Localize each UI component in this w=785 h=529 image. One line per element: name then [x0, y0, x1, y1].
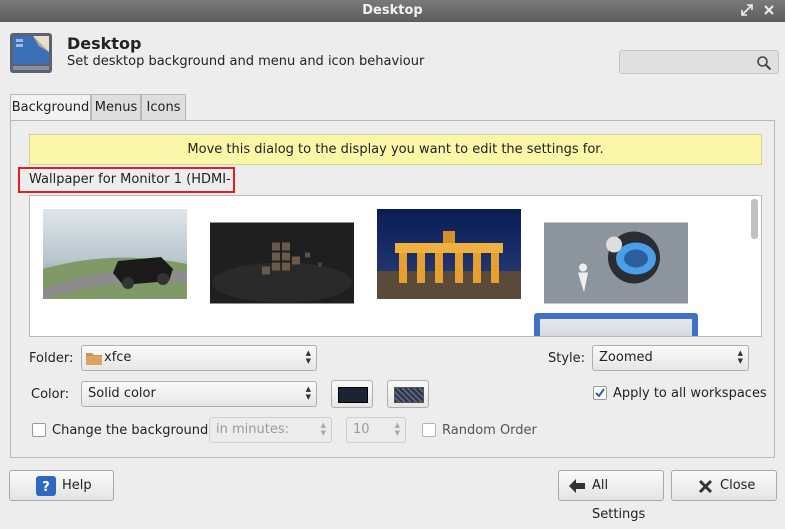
- color-label: Color:: [31, 387, 70, 402]
- color-style-value: Solid color: [88, 386, 156, 401]
- dialog-subtitle: Set desktop background and menu and icon…: [67, 54, 425, 69]
- all-settings-label: All Settings: [592, 478, 646, 522]
- tab-menus-label: Menus: [94, 100, 138, 115]
- dialog-title: Desktop: [67, 34, 142, 53]
- wallpaper-gallery[interactable]: [29, 195, 762, 337]
- close-button[interactable]: Close: [671, 470, 777, 501]
- maximize-icon[interactable]: [738, 2, 756, 20]
- wallpaper-thumbnail[interactable]: [210, 218, 354, 308]
- help-icon: ?: [36, 476, 56, 496]
- style-value: Zoomed: [599, 350, 653, 365]
- folder-value: xfce: [104, 350, 132, 365]
- svg-text:?: ?: [42, 480, 50, 495]
- random-order-label[interactable]: Random Order: [442, 423, 537, 438]
- apply-all-workspaces-label[interactable]: Apply to all workspaces: [613, 386, 767, 401]
- back-arrow-icon: [569, 479, 585, 493]
- tab-menus[interactable]: Menus: [91, 94, 141, 120]
- wallpaper-thumbnail[interactable]: [377, 209, 521, 299]
- wallpaper-thumbnail[interactable]: [43, 322, 187, 337]
- dialog-header: Desktop Set desktop background and menu …: [0, 22, 785, 82]
- secondary-color-swatch: [394, 387, 424, 403]
- monitor-label: Wallpaper for Monitor 1 (HDMI-0): [18, 167, 235, 209]
- primary-color-swatch: [338, 387, 368, 403]
- tab-icons[interactable]: Icons: [141, 94, 186, 120]
- combo-arrows-icon: ▲ ▼: [305, 385, 311, 401]
- desktop-settings-icon: [9, 32, 53, 74]
- folder-icon: [86, 353, 102, 365]
- change-background-label[interactable]: Change the background: [52, 423, 208, 438]
- tab-icons-label: Icons: [146, 100, 181, 115]
- random-order-checkbox[interactable]: [422, 423, 436, 437]
- combo-arrows-icon: ▲ ▼: [305, 349, 311, 365]
- interval-spinner[interactable]: 10 ▲ ▼: [346, 417, 406, 443]
- wallpaper-thumbnail[interactable]: [544, 218, 688, 308]
- wallpaper-thumbnail[interactable]: [377, 322, 521, 337]
- close-window-icon[interactable]: [760, 2, 778, 20]
- title-bar: Desktop: [0, 0, 785, 22]
- tab-background-label: Background: [11, 100, 90, 115]
- help-label: Help: [62, 478, 92, 493]
- gallery-scrollbar[interactable]: [751, 199, 758, 239]
- checkmark-icon: [595, 388, 605, 398]
- tab-background[interactable]: Background: [10, 94, 91, 121]
- wallpaper-thumbnail[interactable]: [210, 331, 354, 337]
- wallpaper-thumbnail[interactable]: [43, 209, 187, 299]
- folder-label: Folder:: [29, 351, 74, 366]
- close-icon: [698, 479, 713, 494]
- spinner-arrows-icon: ▲ ▼: [394, 421, 400, 437]
- color-style-select[interactable]: Solid color ▲ ▼: [81, 381, 317, 407]
- primary-color-button[interactable]: [331, 380, 373, 408]
- interval-unit-value: in minutes:: [216, 422, 289, 437]
- window-title: Desktop: [362, 3, 423, 18]
- selected-wallpaper-highlight[interactable]: [534, 313, 698, 336]
- info-bar: Move this dialog to the display you want…: [29, 134, 762, 165]
- folder-select[interactable]: xfce ▲ ▼: [81, 345, 317, 371]
- style-select[interactable]: Zoomed ▲ ▼: [592, 345, 749, 371]
- change-background-checkbox[interactable]: [32, 423, 46, 437]
- combo-arrows-icon: ▲ ▼: [737, 349, 743, 365]
- interval-unit-select[interactable]: in minutes: ▲ ▼: [209, 417, 332, 443]
- combo-arrows-icon: ▲ ▼: [320, 421, 326, 437]
- close-label: Close: [720, 478, 756, 493]
- search-input[interactable]: [619, 50, 779, 74]
- search-icon: [757, 56, 772, 71]
- style-label: Style:: [548, 351, 586, 366]
- apply-all-workspaces-checkbox[interactable]: [593, 386, 607, 400]
- interval-value: 10: [353, 422, 370, 437]
- help-button[interactable]: ? Help: [9, 470, 114, 501]
- all-settings-button[interactable]: All Settings: [558, 470, 664, 522]
- secondary-color-button[interactable]: [387, 380, 429, 408]
